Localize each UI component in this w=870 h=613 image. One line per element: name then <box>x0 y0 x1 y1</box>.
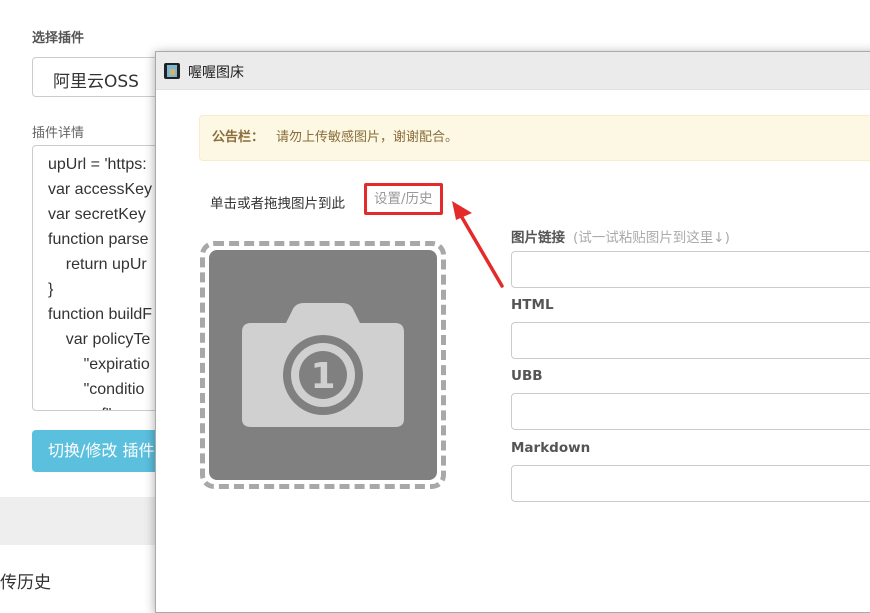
dropzone-area: 1 <box>209 250 437 480</box>
markdown-label: Markdown <box>511 440 591 456</box>
settings-history-link[interactable]: 设置/历史 <box>364 183 443 215</box>
dropzone-badge: 1 <box>310 356 335 397</box>
app-icon <box>164 63 180 79</box>
paste-tip: (试一试粘贴图片到这里↓) <box>573 230 730 246</box>
image-link-label: 图片链接 (试一试粘贴图片到这里↓) <box>511 230 730 246</box>
html-label: HTML <box>511 297 554 313</box>
notice-bar: 公告栏： 请勿上传敏感图片，谢谢配合。 <box>199 115 870 161</box>
upload-hint: 单击或者拖拽图片到此 <box>210 196 345 212</box>
markdown-input[interactable] <box>511 465 870 502</box>
camera-icon: 1 <box>242 303 404 427</box>
image-link-input[interactable] <box>511 251 870 288</box>
annotation-arrow-icon <box>452 201 504 288</box>
dialog-titlebar[interactable]: 喔喔图床 <box>156 52 870 90</box>
dialog-title: 喔喔图床 <box>188 65 244 81</box>
html-input[interactable] <box>511 322 870 359</box>
ubb-input[interactable] <box>511 393 870 430</box>
image-host-dialog: 喔喔图床 公告栏： 请勿上传敏感图片，谢谢配合。 单击或者拖拽图片到此 设置/历史… <box>155 51 870 613</box>
ubb-label: UBB <box>511 368 543 384</box>
image-dropzone[interactable]: 1 <box>200 241 446 489</box>
plugin-detail-label: 插件详情 <box>32 126 85 141</box>
upload-history-heading: 传历史 <box>0 573 51 593</box>
notice-label: 公告栏： <box>212 130 265 145</box>
notice-text: 请勿上传敏感图片，谢谢配合。 <box>276 130 459 145</box>
plugin-select-label: 选择插件 <box>32 31 85 46</box>
